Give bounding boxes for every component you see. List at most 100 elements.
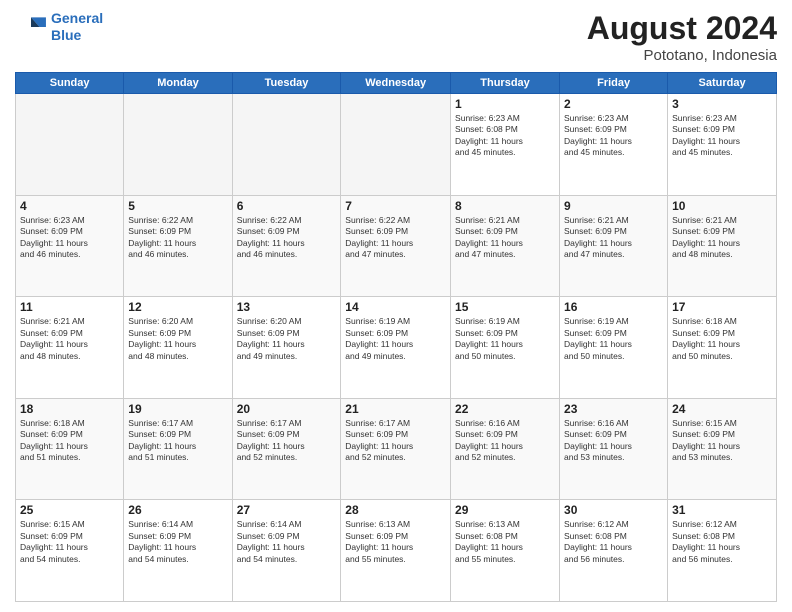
month-year-title: August 2024	[587, 10, 777, 47]
day-info: Sunrise: 6:20 AM Sunset: 6:09 PM Dayligh…	[128, 316, 227, 362]
day-info: Sunrise: 6:12 AM Sunset: 6:08 PM Dayligh…	[672, 519, 772, 565]
col-header-wednesday: Wednesday	[341, 73, 451, 94]
day-number: 13	[237, 300, 337, 314]
day-number: 6	[237, 199, 337, 213]
day-number: 4	[20, 199, 119, 213]
calendar-week-5: 25 Sunrise: 6:15 AM Sunset: 6:09 PM Dayli…	[16, 500, 777, 602]
calendar-cell: 14 Sunrise: 6:19 AM Sunset: 6:09 PM Dayli…	[341, 297, 451, 399]
calendar-cell: 21 Sunrise: 6:17 AM Sunset: 6:09 PM Dayli…	[341, 398, 451, 500]
calendar-cell: 12 Sunrise: 6:20 AM Sunset: 6:09 PM Dayli…	[124, 297, 232, 399]
calendar-cell: 6 Sunrise: 6:22 AM Sunset: 6:09 PM Daylig…	[232, 195, 341, 297]
calendar-cell: 29Sunrise: 6:13 AM Sunset: 6:08 PM Dayli…	[451, 500, 560, 602]
day-info: Sunrise: 6:19 AM Sunset: 6:09 PM Dayligh…	[455, 316, 555, 362]
day-info: Sunrise: 6:21 AM Sunset: 6:09 PM Dayligh…	[20, 316, 119, 362]
page: General Blue August 2024 Pototano, Indon…	[0, 0, 792, 612]
day-info: Sunrise: 6:14 AM Sunset: 6:09 PM Dayligh…	[237, 519, 337, 565]
calendar-cell: 24 Sunrise: 6:15 AM Sunset: 6:09 PM Dayli…	[668, 398, 777, 500]
day-info: Sunrise: 6:21 AM Sunset: 6:09 PM Dayligh…	[672, 215, 772, 261]
day-info: Sunrise: 6:23 AM Sunset: 6:09 PM Dayligh…	[20, 215, 119, 261]
day-info: Sunrise: 6:16 AM Sunset: 6:09 PM Dayligh…	[564, 418, 663, 464]
calendar-cell: 15Sunrise: 6:19 AM Sunset: 6:09 PM Dayli…	[451, 297, 560, 399]
day-info: Sunrise: 6:23 AM Sunset: 6:09 PM Dayligh…	[564, 113, 663, 159]
calendar-cell: 2 Sunrise: 6:23 AM Sunset: 6:09 PM Daylig…	[560, 94, 668, 196]
day-number: 28	[345, 503, 446, 517]
day-number: 21	[345, 402, 446, 416]
col-header-thursday: Thursday	[451, 73, 560, 94]
calendar-cell: 20 Sunrise: 6:17 AM Sunset: 6:09 PM Dayli…	[232, 398, 341, 500]
day-info: Sunrise: 6:14 AM Sunset: 6:09 PM Dayligh…	[128, 519, 227, 565]
day-number: 16	[564, 300, 663, 314]
day-number: 19	[128, 402, 227, 416]
day-info: Sunrise: 6:22 AM Sunset: 6:09 PM Dayligh…	[128, 215, 227, 261]
day-number: 31	[672, 503, 772, 517]
calendar-cell	[341, 94, 451, 196]
header: General Blue August 2024 Pototano, Indon…	[15, 10, 777, 64]
day-info: Sunrise: 6:18 AM Sunset: 6:09 PM Dayligh…	[20, 418, 119, 464]
calendar-cell: 16 Sunrise: 6:19 AM Sunset: 6:09 PM Dayli…	[560, 297, 668, 399]
day-info: Sunrise: 6:17 AM Sunset: 6:09 PM Dayligh…	[128, 418, 227, 464]
calendar-cell: 28 Sunrise: 6:13 AM Sunset: 6:09 PM Dayli…	[341, 500, 451, 602]
calendar-week-3: 11Sunrise: 6:21 AM Sunset: 6:09 PM Dayli…	[16, 297, 777, 399]
calendar-cell: 9 Sunrise: 6:21 AM Sunset: 6:09 PM Daylig…	[560, 195, 668, 297]
calendar-cell	[232, 94, 341, 196]
day-info: Sunrise: 6:17 AM Sunset: 6:09 PM Dayligh…	[345, 418, 446, 464]
day-number: 5	[128, 199, 227, 213]
calendar-cell: 7Sunrise: 6:22 AM Sunset: 6:09 PM Daylig…	[341, 195, 451, 297]
calendar-week-1: 1Sunrise: 6:23 AM Sunset: 6:08 PM Daylig…	[16, 94, 777, 196]
calendar-header-row: SundayMondayTuesdayWednesdayThursdayFrid…	[16, 73, 777, 94]
title-block: August 2024 Pototano, Indonesia	[587, 10, 777, 64]
day-info: Sunrise: 6:23 AM Sunset: 6:09 PM Dayligh…	[672, 113, 772, 159]
day-number: 25	[20, 503, 119, 517]
day-info: Sunrise: 6:22 AM Sunset: 6:09 PM Dayligh…	[237, 215, 337, 261]
day-number: 20	[237, 402, 337, 416]
col-header-monday: Monday	[124, 73, 232, 94]
day-info: Sunrise: 6:19 AM Sunset: 6:09 PM Dayligh…	[345, 316, 446, 362]
calendar-cell: 4 Sunrise: 6:23 AM Sunset: 6:09 PM Daylig…	[16, 195, 124, 297]
calendar-cell: 25 Sunrise: 6:15 AM Sunset: 6:09 PM Dayli…	[16, 500, 124, 602]
day-info: Sunrise: 6:21 AM Sunset: 6:09 PM Dayligh…	[564, 215, 663, 261]
day-number: 26	[128, 503, 227, 517]
day-info: Sunrise: 6:22 AM Sunset: 6:09 PM Dayligh…	[345, 215, 446, 261]
col-header-tuesday: Tuesday	[232, 73, 341, 94]
logo-general: General	[51, 10, 103, 26]
calendar-cell: 17 Sunrise: 6:18 AM Sunset: 6:09 PM Dayli…	[668, 297, 777, 399]
calendar-cell: 13 Sunrise: 6:20 AM Sunset: 6:09 PM Dayli…	[232, 297, 341, 399]
day-info: Sunrise: 6:18 AM Sunset: 6:09 PM Dayligh…	[672, 316, 772, 362]
day-info: Sunrise: 6:17 AM Sunset: 6:09 PM Dayligh…	[237, 418, 337, 464]
day-info: Sunrise: 6:15 AM Sunset: 6:09 PM Dayligh…	[672, 418, 772, 464]
calendar-cell: 5 Sunrise: 6:22 AM Sunset: 6:09 PM Daylig…	[124, 195, 232, 297]
day-number: 8	[455, 199, 555, 213]
day-info: Sunrise: 6:20 AM Sunset: 6:09 PM Dayligh…	[237, 316, 337, 362]
calendar-cell: 23 Sunrise: 6:16 AM Sunset: 6:09 PM Dayli…	[560, 398, 668, 500]
location-subtitle: Pototano, Indonesia	[587, 47, 777, 64]
calendar-cell: 11Sunrise: 6:21 AM Sunset: 6:09 PM Dayli…	[16, 297, 124, 399]
calendar-cell: 10 Sunrise: 6:21 AM Sunset: 6:09 PM Dayli…	[668, 195, 777, 297]
logo-svg	[15, 11, 47, 43]
day-info: Sunrise: 6:23 AM Sunset: 6:08 PM Dayligh…	[455, 113, 555, 159]
calendar-cell: 18 Sunrise: 6:18 AM Sunset: 6:09 PM Dayli…	[16, 398, 124, 500]
day-number: 12	[128, 300, 227, 314]
day-number: 23	[564, 402, 663, 416]
calendar-table: SundayMondayTuesdayWednesdayThursdayFrid…	[15, 72, 777, 602]
day-number: 14	[345, 300, 446, 314]
day-number: 18	[20, 402, 119, 416]
day-number: 3	[672, 97, 772, 111]
calendar-cell: 1Sunrise: 6:23 AM Sunset: 6:08 PM Daylig…	[451, 94, 560, 196]
day-number: 9	[564, 199, 663, 213]
day-info: Sunrise: 6:16 AM Sunset: 6:09 PM Dayligh…	[455, 418, 555, 464]
calendar-cell	[16, 94, 124, 196]
logo-blue-text: Blue	[51, 27, 81, 43]
calendar-cell: 26 Sunrise: 6:14 AM Sunset: 6:09 PM Dayli…	[124, 500, 232, 602]
day-info: Sunrise: 6:21 AM Sunset: 6:09 PM Dayligh…	[455, 215, 555, 261]
day-number: 10	[672, 199, 772, 213]
calendar-cell: 30Sunrise: 6:12 AM Sunset: 6:08 PM Dayli…	[560, 500, 668, 602]
col-header-saturday: Saturday	[668, 73, 777, 94]
col-header-friday: Friday	[560, 73, 668, 94]
day-number: 17	[672, 300, 772, 314]
day-info: Sunrise: 6:15 AM Sunset: 6:09 PM Dayligh…	[20, 519, 119, 565]
day-number: 2	[564, 97, 663, 111]
day-number: 24	[672, 402, 772, 416]
day-info: Sunrise: 6:19 AM Sunset: 6:09 PM Dayligh…	[564, 316, 663, 362]
day-info: Sunrise: 6:13 AM Sunset: 6:09 PM Dayligh…	[345, 519, 446, 565]
calendar-cell	[124, 94, 232, 196]
